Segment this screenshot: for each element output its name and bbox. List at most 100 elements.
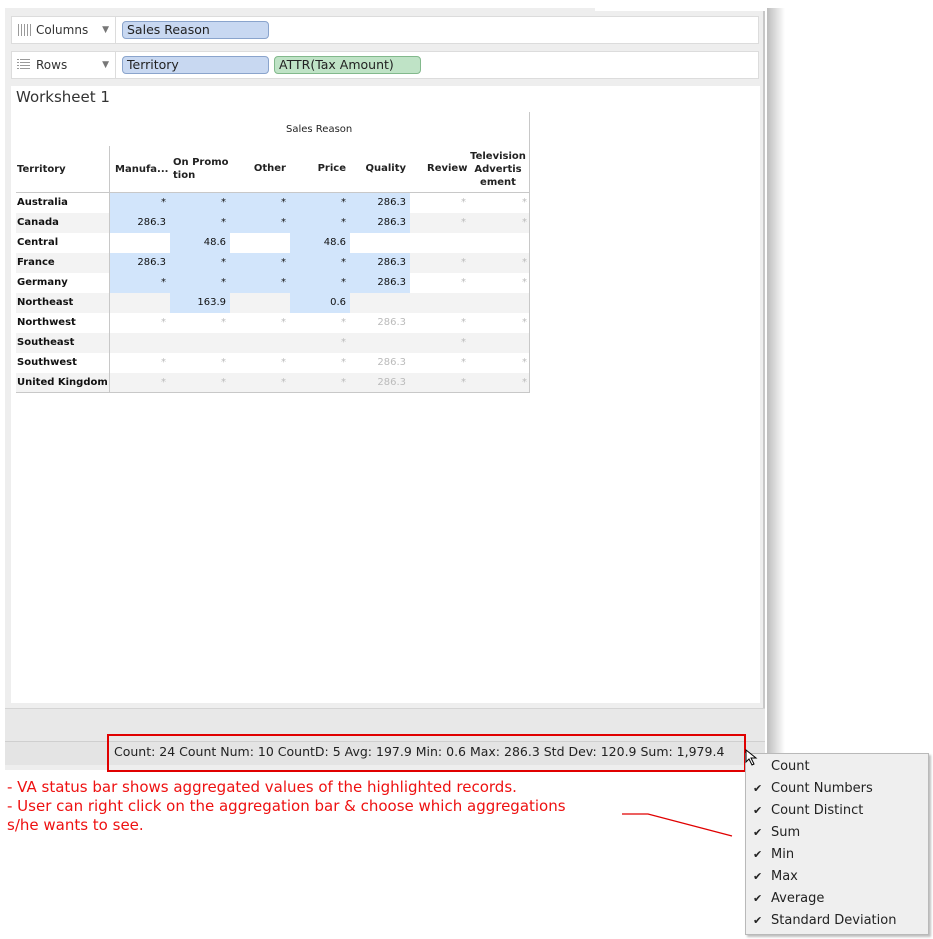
table-cell[interactable]: [110, 333, 170, 353]
table-cell[interactable]: [410, 233, 470, 253]
table-cell[interactable]: *: [469, 353, 528, 373]
table-cell[interactable]: [110, 293, 170, 313]
table-cell[interactable]: *: [170, 193, 230, 213]
row-label[interactable]: Canada: [17, 213, 59, 233]
table-cell[interactable]: [230, 233, 290, 253]
table-cell[interactable]: [110, 233, 170, 253]
chevron-down-icon[interactable]: ▼: [102, 52, 109, 78]
table-cell[interactable]: 0.6: [290, 293, 350, 313]
row-label[interactable]: Southeast: [17, 333, 74, 353]
row-label[interactable]: Southwest: [17, 353, 77, 373]
table-row[interactable]: Northwest * * * * 286.3 * *: [16, 313, 529, 333]
rows-pill-territory[interactable]: Territory: [122, 56, 269, 74]
table-row[interactable]: Southeast * *: [16, 333, 529, 353]
table-cell[interactable]: *: [410, 213, 470, 233]
chevron-down-icon[interactable]: ▼: [102, 17, 109, 43]
table-cell[interactable]: *: [410, 193, 470, 213]
table-cell[interactable]: *: [410, 253, 470, 273]
table-cell[interactable]: *: [290, 333, 350, 353]
table-cell[interactable]: *: [230, 353, 290, 373]
column-header[interactable]: Review: [427, 162, 467, 175]
column-header[interactable]: Manufa...: [115, 163, 168, 176]
columns-pill-sales-reason[interactable]: Sales Reason: [122, 21, 269, 39]
table-cell[interactable]: 286.3: [350, 213, 410, 233]
menu-item-min[interactable]: ✔ Min: [746, 844, 930, 866]
table-cell[interactable]: *: [230, 373, 290, 393]
column-header[interactable]: On Promo tion: [173, 156, 229, 182]
table-cell[interactable]: *: [469, 313, 528, 333]
table-row[interactable]: Northeast 163.9 0.6: [16, 293, 529, 313]
table-cell[interactable]: [410, 293, 470, 313]
table-cell[interactable]: 286.3: [110, 213, 170, 233]
table-cell[interactable]: 286.3: [350, 373, 410, 393]
row-label[interactable]: Australia: [17, 193, 68, 213]
table-cell[interactable]: *: [410, 353, 470, 373]
table-cell[interactable]: *: [290, 253, 350, 273]
table-cell[interactable]: *: [469, 273, 528, 293]
table-row[interactable]: France 286.3 * * * 286.3 * *: [16, 253, 529, 273]
table-cell[interactable]: [469, 293, 528, 313]
row-label[interactable]: Central: [17, 233, 58, 253]
table-cell[interactable]: [170, 333, 230, 353]
menu-item-standard-deviation[interactable]: ✔ Standard Deviation: [746, 910, 930, 932]
table-cell[interactable]: *: [410, 313, 470, 333]
table-cell[interactable]: *: [290, 213, 350, 233]
table-row[interactable]: Germany * * * * 286.3 * *: [16, 273, 529, 293]
table-cell[interactable]: 286.3: [350, 313, 410, 333]
table-cell[interactable]: *: [230, 213, 290, 233]
table-cell[interactable]: *: [469, 213, 528, 233]
table-cell[interactable]: *: [170, 373, 230, 393]
table-cell[interactable]: *: [290, 193, 350, 213]
menu-item-max[interactable]: ✔ Max: [746, 866, 930, 888]
row-label[interactable]: Northwest: [17, 313, 76, 333]
menu-item-sum[interactable]: ✔ Sum: [746, 822, 930, 844]
menu-item-count[interactable]: Count: [746, 756, 930, 778]
table-cell[interactable]: *: [170, 273, 230, 293]
table-cell[interactable]: 48.6: [290, 233, 350, 253]
table-cell[interactable]: *: [170, 353, 230, 373]
table-cell[interactable]: *: [110, 373, 170, 393]
table-cell[interactable]: *: [230, 253, 290, 273]
table-cell[interactable]: *: [110, 193, 170, 213]
table-cell[interactable]: *: [410, 273, 470, 293]
table-cell[interactable]: *: [290, 373, 350, 393]
column-header[interactable]: Quality: [350, 162, 406, 175]
column-header[interactable]: Television Advertis ement: [468, 150, 528, 189]
table-cell[interactable]: 48.6: [170, 233, 230, 253]
table-cell[interactable]: [350, 233, 410, 253]
columns-shelf-label[interactable]: Columns ▼: [12, 17, 116, 43]
table-cell[interactable]: *: [110, 353, 170, 373]
table-row[interactable]: Southwest * * * * 286.3 * *: [16, 353, 529, 373]
table-cell[interactable]: *: [469, 193, 528, 213]
menu-item-count-distinct[interactable]: ✔ Count Distinct: [746, 800, 930, 822]
table-row[interactable]: Australia * * * * 286.3 * *: [16, 193, 529, 213]
row-label[interactable]: Northeast: [17, 293, 73, 313]
table-cell[interactable]: *: [170, 253, 230, 273]
row-label[interactable]: France: [17, 253, 55, 273]
table-cell[interactable]: [230, 293, 290, 313]
menu-item-count-numbers[interactable]: ✔ Count Numbers: [746, 778, 930, 800]
table-row[interactable]: Central 48.6 48.6: [16, 233, 529, 253]
table-cell[interactable]: 163.9: [170, 293, 230, 313]
table-cell[interactable]: [350, 293, 410, 313]
table-cell[interactable]: [230, 333, 290, 353]
table-cell[interactable]: 286.3: [110, 253, 170, 273]
row-label[interactable]: United Kingdom: [17, 373, 108, 393]
menu-item-average[interactable]: ✔ Average: [746, 888, 930, 910]
table-cell[interactable]: *: [290, 353, 350, 373]
table-cell[interactable]: *: [469, 253, 528, 273]
rows-shelf[interactable]: Rows ▼ Territory ATTR(Tax Amount): [11, 51, 759, 79]
table-cell[interactable]: [350, 333, 410, 353]
table-cell[interactable]: *: [290, 273, 350, 293]
column-header[interactable]: Price: [290, 162, 346, 175]
table-cell[interactable]: 286.3: [350, 253, 410, 273]
table-cell[interactable]: *: [170, 313, 230, 333]
table-cell[interactable]: 286.3: [350, 273, 410, 293]
table-cell[interactable]: *: [110, 313, 170, 333]
table-cell[interactable]: *: [410, 373, 470, 393]
table-cell[interactable]: *: [469, 373, 528, 393]
table-row[interactable]: Canada 286.3 * * * 286.3 * *: [16, 213, 529, 233]
table-cell[interactable]: *: [170, 213, 230, 233]
rows-pill-attr-tax-amount[interactable]: ATTR(Tax Amount): [274, 56, 421, 74]
columns-shelf[interactable]: Columns ▼ Sales Reason: [11, 16, 759, 44]
